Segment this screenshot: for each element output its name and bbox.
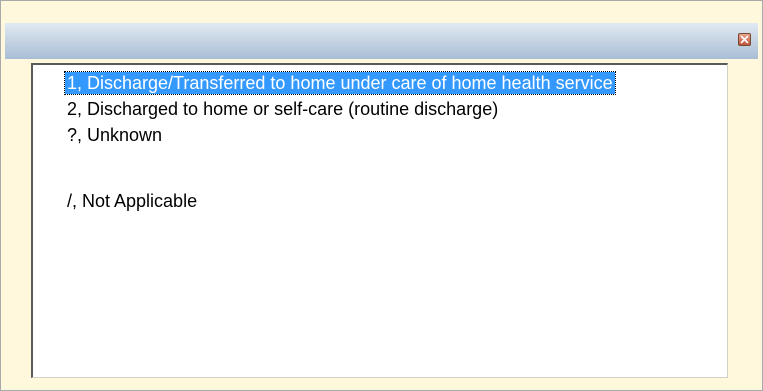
- list-item-not-applicable[interactable]: /, Not Applicable: [33, 188, 727, 214]
- list-item-blank[interactable]: [33, 148, 727, 188]
- popup-window: 1, Discharge/Transferred to home under c…: [0, 0, 763, 391]
- list-item-label: /, Not Applicable: [67, 191, 198, 211]
- close-icon: [740, 35, 749, 44]
- list-item-self-care[interactable]: 2, Discharged to home or self-care (rout…: [33, 96, 727, 122]
- list-item-label: 1, Discharge/Transferred to home under c…: [64, 71, 616, 95]
- list-item-home-health[interactable]: 1, Discharge/Transferred to home under c…: [33, 70, 727, 96]
- list-item-unknown[interactable]: ?, Unknown: [33, 122, 727, 148]
- list-item-label: 2, Discharged to home or self-care (rout…: [67, 99, 499, 119]
- options-listbox[interactable]: 1, Discharge/Transferred to home under c…: [31, 63, 728, 378]
- close-button[interactable]: [738, 33, 751, 46]
- list-item-label: ?, Unknown: [67, 125, 163, 145]
- title-bar[interactable]: [5, 23, 758, 59]
